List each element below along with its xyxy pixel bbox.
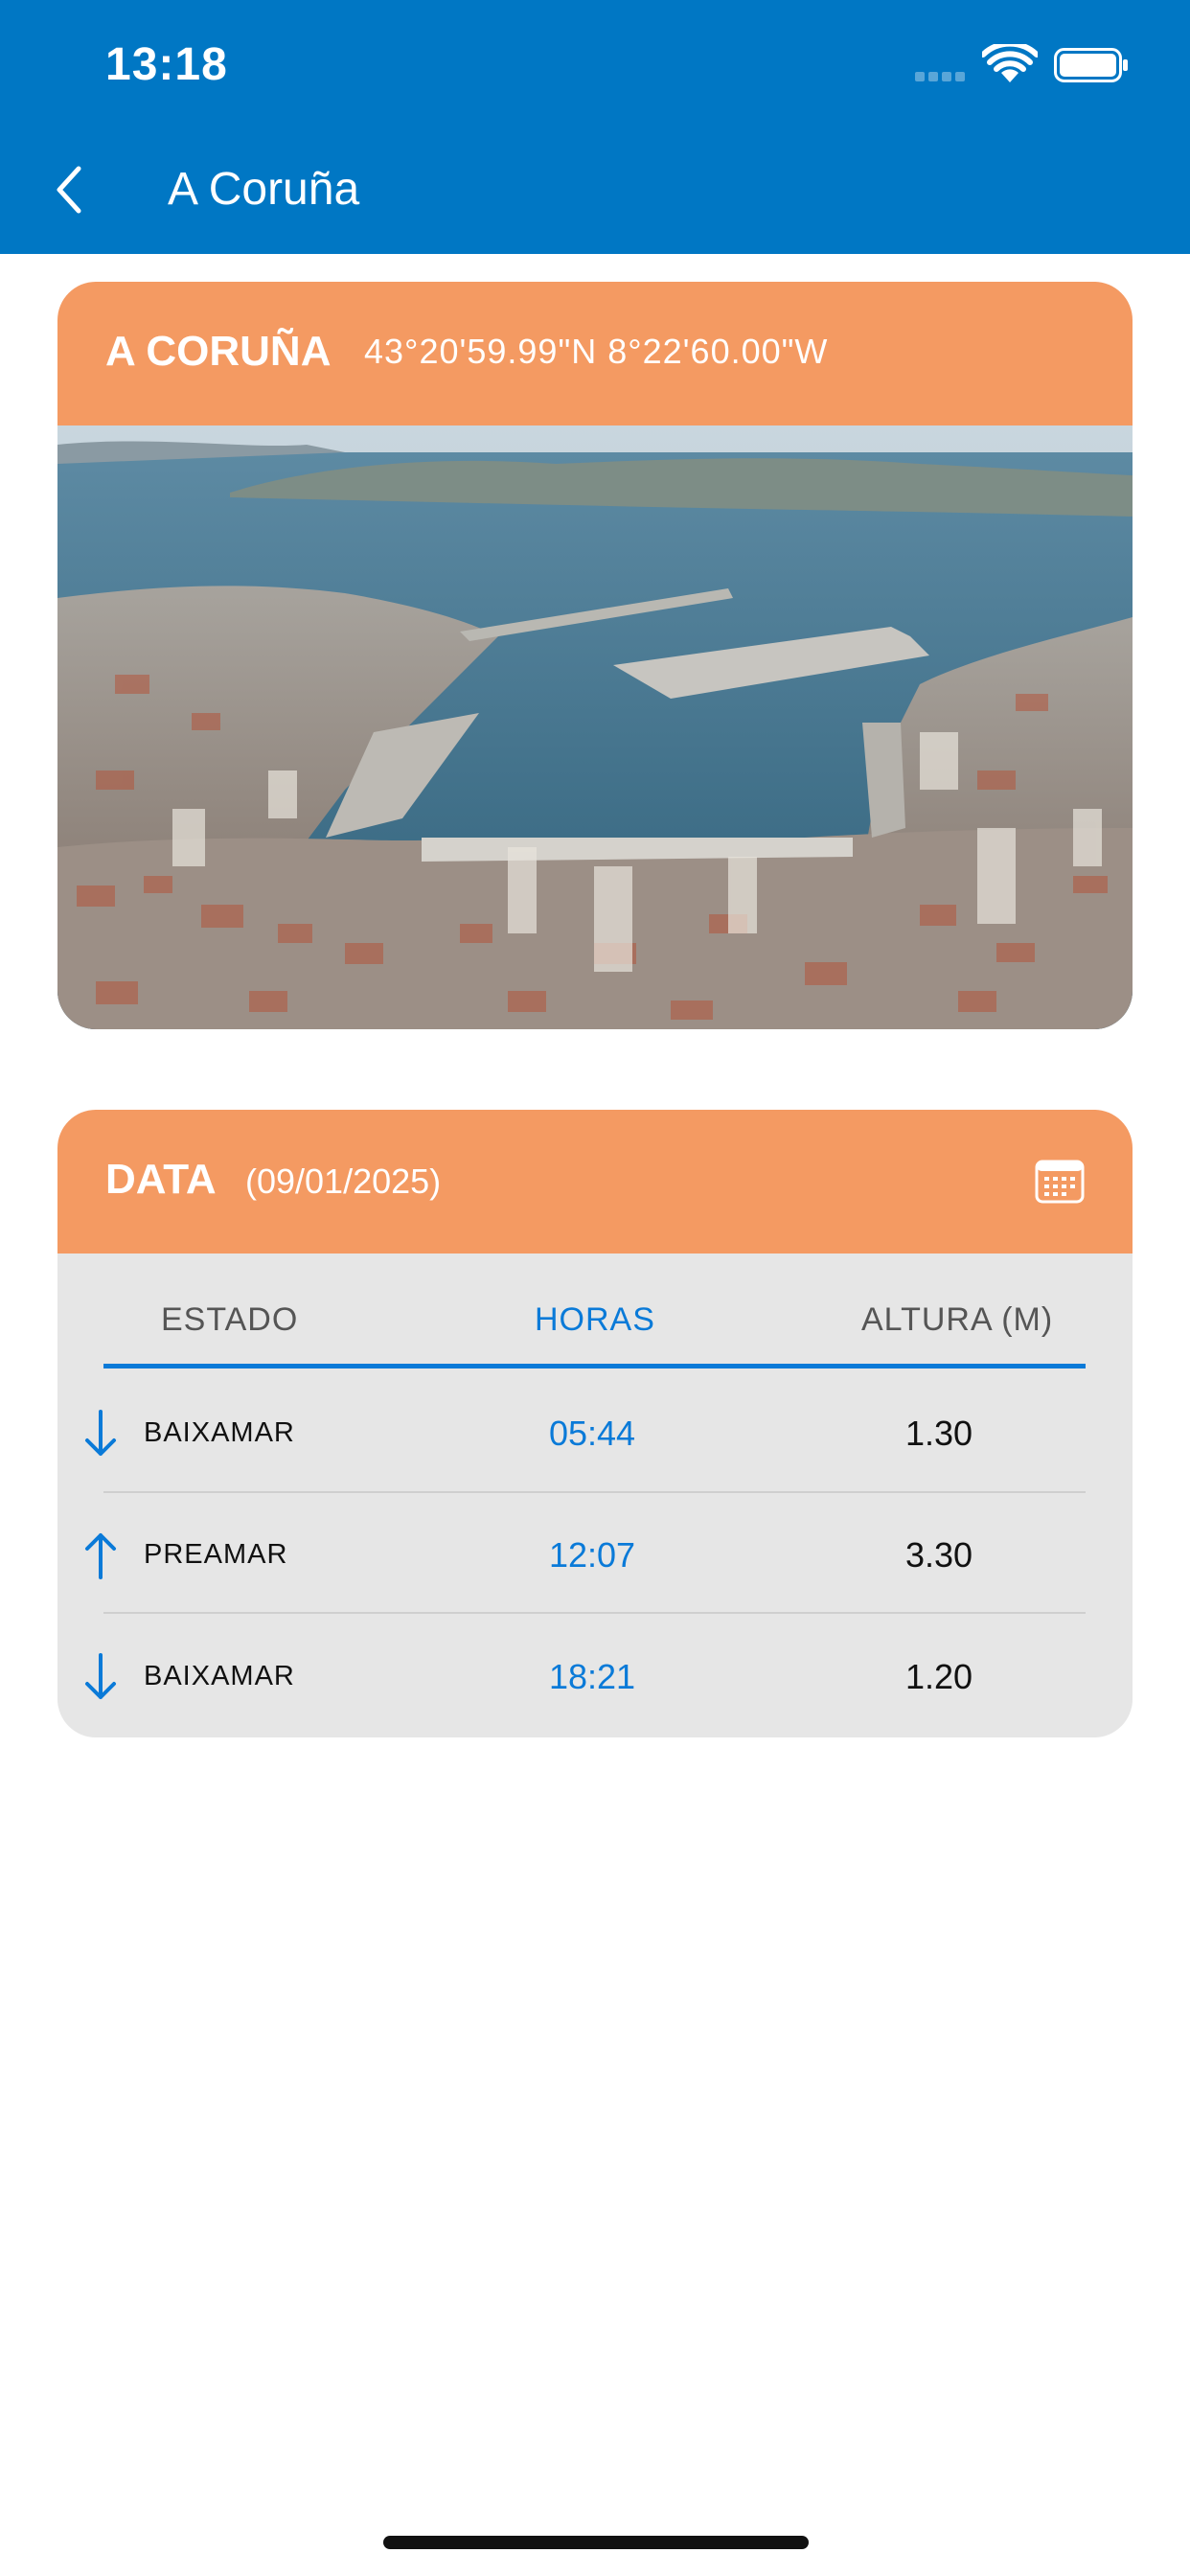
arrow-down-icon	[85, 1410, 116, 1456]
tide-header: DATA (09/01/2025)	[57, 1110, 1133, 1254]
header-underline	[103, 1364, 1086, 1368]
battery-icon	[1054, 48, 1128, 82]
top-bar: 13:18 A Coruña	[0, 0, 1190, 254]
date-label: DATA	[105, 1156, 217, 1203]
tide-table-card: DATA (09/01/2025) ESTADO HORAS ALTURA (M…	[57, 1110, 1133, 1737]
calendar-icon[interactable]	[1035, 1160, 1085, 1204]
tide-time: 18:21	[548, 1657, 636, 1696]
table-row: BAIXAMAR 05:44 1.30	[57, 1371, 1133, 1492]
status-time: 13:18	[105, 39, 228, 90]
location-coordinates: 43°20'59.99"N 8°22'60.00"W	[364, 332, 829, 371]
column-header-hours: HORAS	[535, 1301, 655, 1338]
row-divider	[103, 1612, 1086, 1614]
location-name: A CORUÑA	[105, 328, 332, 375]
date-value: (09/01/2025)	[245, 1162, 442, 1201]
tide-height: 1.30	[904, 1414, 973, 1453]
tide-state: BAIXAMAR	[144, 1661, 295, 1691]
tide-height: 1.20	[904, 1657, 973, 1696]
arrow-up-icon	[85, 1533, 116, 1579]
location-card: A CORUÑA 43°20'59.99"N 8°22'60.00"W	[57, 282, 1133, 1029]
tide-table: ESTADO HORAS ALTURA (M) BAIXAMAR 05:44 1…	[57, 1254, 1133, 1737]
tide-time: 05:44	[548, 1414, 636, 1453]
wifi-icon	[982, 44, 1038, 82]
tide-state: PREAMAR	[144, 1539, 288, 1570]
table-row: PREAMAR 12:07 3.30	[57, 1493, 1133, 1614]
tide-height: 3.30	[904, 1535, 973, 1575]
column-header-height: ALTURA (M)	[861, 1301, 1054, 1338]
tide-time: 12:07	[548, 1535, 636, 1575]
column-header-state: ESTADO	[161, 1301, 299, 1338]
home-indicator[interactable]	[383, 2536, 809, 2549]
cellular-signal-icon	[915, 69, 973, 81]
port-aerial-photo	[57, 426, 1133, 1029]
location-header: A CORUÑA 43°20'59.99"N 8°22'60.00"W	[57, 282, 1133, 426]
arrow-down-icon	[85, 1653, 116, 1699]
table-row: BAIXAMAR 18:21 1.20	[57, 1615, 1133, 1736]
tide-state: BAIXAMAR	[144, 1417, 295, 1448]
back-chevron-icon[interactable]	[50, 161, 88, 218]
page-title: A Coruña	[168, 164, 360, 215]
